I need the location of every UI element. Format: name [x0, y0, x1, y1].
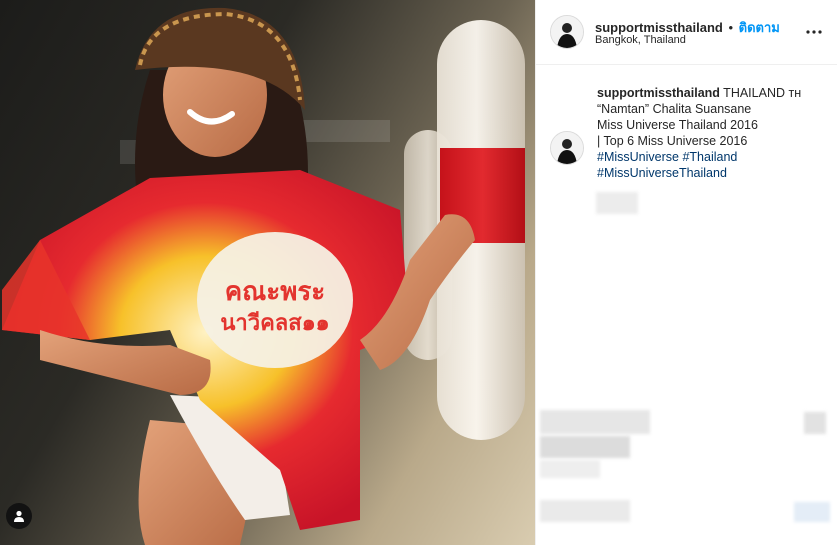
blurred-content — [540, 410, 650, 434]
caption-avatar[interactable] — [550, 131, 584, 165]
caption-username[interactable]: supportmissthailand — [597, 86, 720, 100]
caption-line-3: Miss Universe Thailand 2016 — [597, 118, 758, 132]
caption-line-6: #MissUniverseThailand — [597, 165, 829, 181]
shirt-logo-text-1: คณะพระ — [225, 277, 326, 307]
hashtag-link[interactable]: #MissUniverseThailand — [597, 166, 727, 180]
more-horizontal-icon — [806, 30, 822, 34]
follow-button[interactable]: ติดตาม — [739, 20, 780, 35]
separator-dot: • — [728, 20, 734, 35]
caption-line-1: supportmissthailand THAILAND ᴛʜ — [597, 85, 829, 101]
profile-picture — [551, 132, 583, 164]
shirt-logo-text-2: นาวีคลส๑๑ — [220, 310, 329, 336]
post-caption: supportmissthailand THAILAND ᴛʜ “Namtan”… — [597, 85, 829, 181]
username-link[interactable]: supportmissthailand — [595, 20, 723, 35]
caption-text: THAILAND ᴛʜ — [719, 86, 802, 100]
caption-line-5: #MissUniverse #Thailand — [597, 149, 829, 165]
blurred-content — [794, 502, 830, 522]
post-side-panel: supportmissthailand • ติดตาม Bangkok, Th… — [535, 0, 837, 545]
profile-picture — [551, 16, 583, 48]
location-link[interactable]: Bangkok, Thailand — [595, 34, 686, 46]
post-header: supportmissthailand • ติดตาม Bangkok, Th… — [536, 0, 837, 65]
caption-line-2: “Namtan” Chalita Suansane — [597, 102, 752, 116]
more-options-button[interactable] — [802, 20, 826, 44]
user-tag-icon — [14, 510, 24, 522]
user-tag-button[interactable] — [6, 503, 32, 529]
blurred-content — [540, 500, 630, 522]
hashtag-link[interactable]: #Thailand — [682, 150, 737, 164]
blurred-content — [596, 192, 638, 214]
blurred-content — [540, 436, 630, 458]
blurred-content — [540, 460, 600, 478]
avatar[interactable] — [550, 15, 584, 49]
caption-line-4: | Top 6 Miss Universe 2016 — [597, 134, 748, 148]
blurred-content — [804, 412, 826, 434]
instagram-post-view: คณะพระ นาวีคลส๑๑ supportmissthailand • ต… — [0, 0, 837, 545]
hashtag-link[interactable]: #MissUniverse — [597, 150, 679, 164]
post-photo[interactable]: คณะพระ นาวีคลส๑๑ — [0, 0, 535, 545]
woman-figure: คณะพระ นาวีคลส๑๑ — [2, 7, 475, 545]
